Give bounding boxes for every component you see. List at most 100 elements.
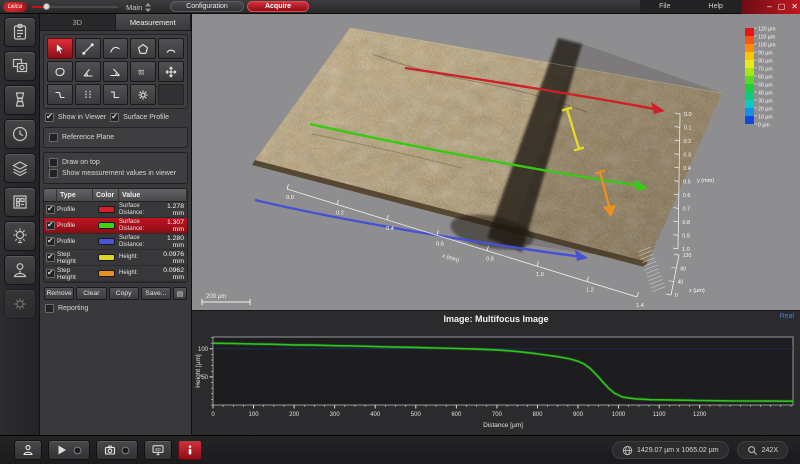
export-list-button[interactable]: ▤ <box>173 287 187 300</box>
row-visible-checkbox[interactable] <box>46 269 55 278</box>
menu-bar: File Help <box>640 0 742 13</box>
bottom-toolbar: 2D 1429.07 µm x 1065.02 µm 242X <box>0 435 800 464</box>
curve-tool[interactable] <box>103 38 129 59</box>
stepper-icon[interactable] <box>145 3 151 12</box>
reference-plane-label: Reference Plane <box>62 134 114 141</box>
text-tool[interactable]: ttt <box>130 61 156 82</box>
sidebar-item-layers[interactable] <box>4 153 36 183</box>
svg-text:0.7: 0.7 <box>683 207 691 213</box>
slider-knob[interactable] <box>43 3 50 10</box>
reference-plane-checkbox[interactable] <box>49 133 58 142</box>
curve-icon <box>109 43 121 55</box>
info-button[interactable] <box>178 440 202 460</box>
menu-help[interactable]: Help <box>701 3 731 10</box>
select-tool[interactable] <box>47 38 73 59</box>
row-visible-checkbox[interactable] <box>46 205 55 214</box>
workflow-slider[interactable] <box>32 6 118 8</box>
panel-tabs: 3D Measurement <box>40 14 191 31</box>
sidebar-item-objective[interactable] <box>4 85 36 115</box>
show-in-viewer-checkbox[interactable] <box>45 113 54 122</box>
line-tool[interactable] <box>75 38 101 59</box>
remove-button[interactable]: Remove <box>44 287 74 300</box>
show-values-checkbox[interactable] <box>49 169 58 178</box>
sidebar-item-illumination[interactable] <box>4 221 36 251</box>
real-scale-link[interactable]: Real <box>780 313 794 320</box>
gallery-icon <box>11 57 29 75</box>
tab-measurement[interactable]: Measurement <box>116 14 192 30</box>
row-value-label: Height: <box>119 270 157 277</box>
region-tool[interactable] <box>47 61 73 82</box>
column-color[interactable]: Color <box>93 189 119 202</box>
svg-text:900: 900 <box>573 412 584 418</box>
copy-button[interactable]: Copy <box>109 287 139 300</box>
row-visible-checkbox[interactable] <box>46 253 55 262</box>
sidebar-item-gallery[interactable] <box>4 51 36 81</box>
angle-tool[interactable] <box>75 61 101 82</box>
table-row[interactable]: Profile SurfaceDistance: 1.278 mm <box>44 202 187 218</box>
svg-text:50 µm: 50 µm <box>758 82 773 88</box>
user-button[interactable] <box>14 440 42 460</box>
live-button[interactable] <box>48 440 90 460</box>
save-button[interactable]: Save... <box>141 287 171 300</box>
table-row[interactable]: StepHeight Height: 0.0962 mm <box>44 266 187 282</box>
angle3-icon <box>109 66 121 78</box>
show-in-viewer-label: Show in Viewer <box>58 114 106 121</box>
svg-text:0.3: 0.3 <box>683 153 691 159</box>
angle-3point-tool[interactable] <box>103 61 129 82</box>
color-swatch <box>98 254 115 261</box>
column-type[interactable]: Type <box>57 189 93 202</box>
step-height-vertical-tool[interactable] <box>75 84 101 105</box>
sidebar-item-history[interactable] <box>4 119 36 149</box>
clear-button[interactable]: Clear <box>76 287 106 300</box>
surface-profile-checkbox[interactable] <box>110 113 119 122</box>
step-height-custom-tool[interactable] <box>103 84 129 105</box>
display-2d-button[interactable]: 2D <box>144 440 172 460</box>
profile-chart[interactable]: 0100200300400500600700800900100011001200… <box>192 327 800 438</box>
svg-text:y (mm): y (mm) <box>697 178 714 184</box>
polygon-icon <box>137 43 149 55</box>
row-visible-checkbox[interactable] <box>46 237 55 246</box>
sidebar-item-processing[interactable] <box>4 187 36 217</box>
viewer-3d[interactable]: 0.00.20.40.60.81.01.21.4x (mm)0.00.10.20… <box>192 14 800 310</box>
row-value-label: Height: <box>119 254 157 261</box>
polygon-tool[interactable] <box>130 38 156 59</box>
close-button[interactable]: ✕ <box>791 0 798 14</box>
svg-text:200 µm: 200 µm <box>206 294 226 300</box>
sidebar-item-maintenance[interactable] <box>4 289 36 319</box>
row-visible-checkbox[interactable] <box>46 221 55 230</box>
color-swatch <box>98 238 115 245</box>
menu-file[interactable]: File <box>651 3 678 10</box>
reporting-checkbox[interactable] <box>45 304 54 313</box>
table-row[interactable]: StepHeight Height: 0.0976 mm <box>44 250 187 266</box>
svg-text:20 µm: 20 µm <box>758 106 773 112</box>
workflow-selector[interactable]: Main <box>126 1 151 13</box>
maximize-button[interactable]: ▢ <box>778 0 786 14</box>
sidebar-item-user[interactable] <box>4 255 36 285</box>
table-row[interactable]: Profile SurfaceDistance: 1.280 mm <box>44 234 187 250</box>
top-bar: Leica Main Configuration Acquire File He… <box>0 0 800 14</box>
step-configuration[interactable]: Configuration <box>170 1 244 12</box>
row-value: 0.0962 mm <box>157 267 187 281</box>
tab-3d[interactable]: 3D <box>40 14 116 30</box>
svg-text:80: 80 <box>680 266 686 272</box>
svg-text:100 µm: 100 µm <box>758 42 775 48</box>
arc-tool[interactable] <box>158 38 184 59</box>
capture-button[interactable] <box>96 440 138 460</box>
draw-on-top-checkbox[interactable] <box>49 158 58 167</box>
illumination-icon <box>11 227 29 245</box>
step-acquire[interactable]: Acquire <box>247 1 309 12</box>
sidebar-item-experiments[interactable] <box>4 17 36 47</box>
magnification-status[interactable]: 242X <box>737 441 788 459</box>
svg-text:0.6: 0.6 <box>683 193 691 199</box>
fit-view-tool[interactable] <box>158 61 184 82</box>
column-value[interactable]: Value <box>119 189 187 202</box>
minimize-button[interactable]: ‒ <box>767 0 771 14</box>
chart-title: Image: Multifocus Image <box>192 314 800 324</box>
svg-text:90 µm: 90 µm <box>758 50 773 56</box>
measurement-settings-tool[interactable] <box>130 84 156 105</box>
svg-text:120 µm: 120 µm <box>758 26 775 32</box>
step-height-tool[interactable] <box>47 84 73 105</box>
svg-text:ttt: ttt <box>138 69 144 76</box>
table-row[interactable]: Profile SurfaceDistance: 1.307 mm <box>44 218 187 234</box>
row-value-label: SurfaceDistance: <box>119 219 157 232</box>
